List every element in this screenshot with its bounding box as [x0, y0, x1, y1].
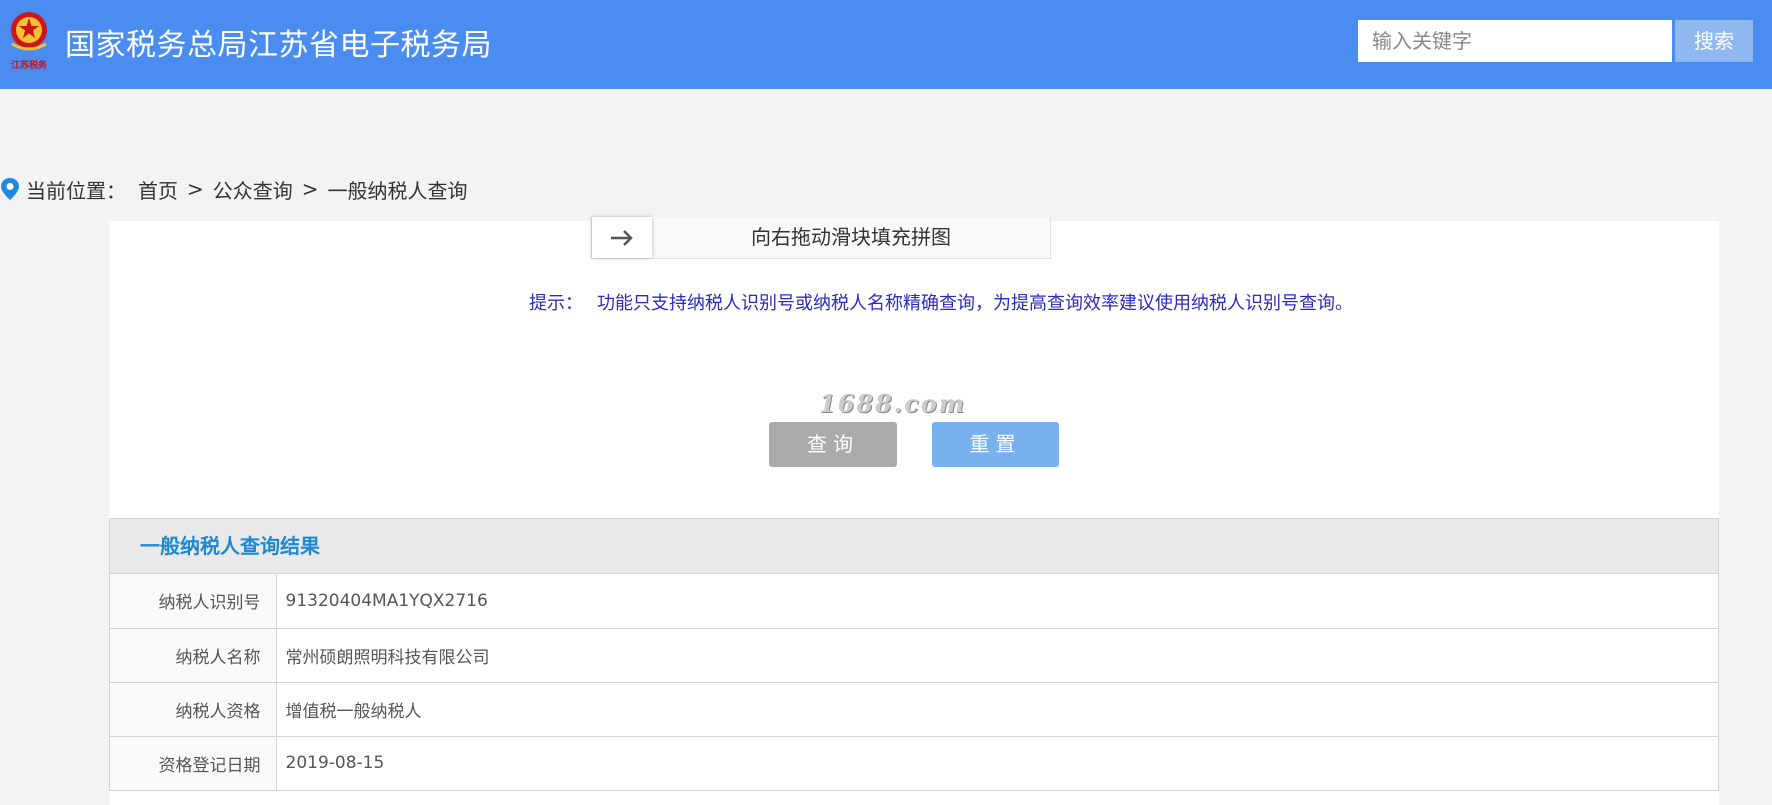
main-panel: 向右拖动滑块填充拼图 提示： 功能只支持纳税人识别号或纳税人名称精确查询，为提高查… [109, 217, 1719, 805]
site-title[interactable]: 国家税务总局江苏省电子税务局 [65, 20, 492, 64]
breadcrumb-current-page: 一般纳税人查询 [327, 178, 468, 203]
row-label: 纳税人名称 [110, 627, 277, 682]
breadcrumb-separator: > [301, 177, 319, 201]
slider-handle[interactable] [592, 217, 652, 258]
result-table: 一般纳税人查询结果 纳税人识别号 91320404MA1YQX2716 纳税人名… [109, 518, 1719, 791]
watermark: 1688.com [819, 389, 967, 418]
breadcrumb-separator: > [187, 177, 204, 201]
captcha-slider: 向右拖动滑块填充拼图 [591, 217, 1051, 259]
slider-text: 向右拖动滑块填充拼图 [751, 225, 951, 249]
table-row: 资格登记日期 2019-08-15 [110, 735, 1718, 790]
breadcrumb: 当前位置： 首页 > 公众查询 > 一般纳税人查询 [0, 174, 468, 204]
arrow-right-icon [611, 229, 633, 246]
table-row: 纳税人资格 增值税一般纳税人 [110, 681, 1718, 736]
row-label: 纳税人资格 [110, 681, 277, 736]
hint-message: 功能只支持纳税人识别号或纳税人名称精确查询，为提高查询效率建议使用纳税人识别号查… [597, 293, 1353, 314]
row-value: 常州硕朗照明科技有限公司 [276, 627, 1718, 682]
hint-label: 提示： [529, 293, 583, 314]
breadcrumb-public-query[interactable]: 公众查询 [213, 175, 293, 204]
breadcrumb-home[interactable]: 首页 [138, 175, 178, 204]
emblem-icon [11, 12, 47, 51]
location-pin-icon [1, 178, 19, 200]
row-label: 纳税人识别号 [110, 574, 277, 628]
site-header: 江苏税务 国家税务总局江苏省电子税务局 搜索 [0, 0, 1772, 89]
breadcrumb-label: 当前位置： [26, 178, 126, 203]
row-value: 2019-08-15 [276, 735, 1718, 790]
hint-text: 提示： 功能只支持纳税人识别号或纳税人名称精确查询，为提高查询效率建议使用纳税人识… [529, 289, 1353, 315]
search-input[interactable] [1358, 20, 1672, 62]
reset-button[interactable]: 重置 [932, 422, 1059, 467]
search-button[interactable]: 搜索 [1675, 20, 1753, 62]
row-label: 资格登记日期 [110, 735, 277, 790]
logo-caption: 江苏税务 [10, 61, 47, 71]
row-value: 91320404MA1YQX2716 [285, 590, 488, 611]
table-row: 纳税人名称 常州硕朗照明科技有限公司 [110, 627, 1718, 682]
tax-emblem-logo[interactable]: 江苏税务 [4, 8, 54, 72]
result-title: 一般纳税人查询结果 [110, 519, 1718, 574]
table-row: 纳税人识别号 91320404MA1YQX2716 [110, 574, 1718, 628]
row-value: 增值税一般纳税人 [276, 681, 1718, 736]
query-button[interactable]: 查询 [769, 422, 897, 467]
